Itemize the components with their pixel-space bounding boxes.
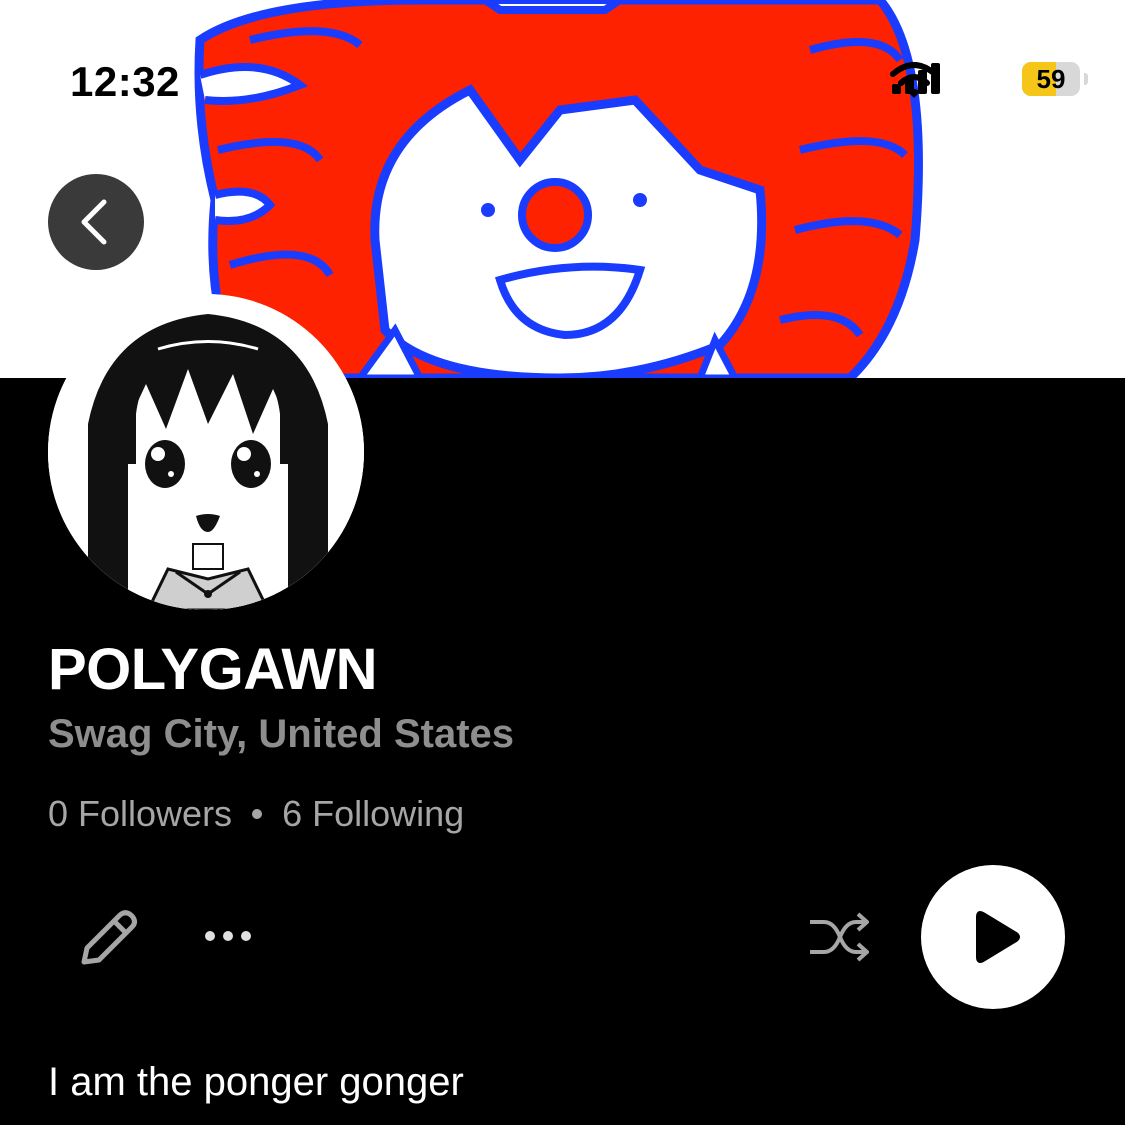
more-horizontal-icon <box>205 931 251 941</box>
status-time: 12:32 <box>70 58 180 105</box>
pencil-icon <box>81 910 137 965</box>
play-icon <box>976 911 1020 963</box>
profile-location: Swag City, United States <box>48 712 515 756</box>
battery-level: 59 <box>1036 64 1066 94</box>
chevron-left-icon <box>81 199 107 245</box>
follow-stats: 0 Followers 6 Following <box>48 793 464 835</box>
play-button[interactable] <box>921 865 1065 1009</box>
edit-profile-button[interactable] <box>74 904 144 974</box>
anime-girl-avatar <box>48 294 364 610</box>
more-options-button[interactable] <box>196 916 262 956</box>
back-button[interactable] <box>48 174 144 270</box>
shuffle-button[interactable] <box>806 906 872 968</box>
profile-bio: I am the ponger gonger <box>48 1060 464 1104</box>
profile-name: POLYGAWN <box>48 637 378 702</box>
battery-icon: 59 <box>1022 62 1088 96</box>
separator-dot <box>252 809 263 819</box>
wifi-icon <box>890 62 938 98</box>
followers-link[interactable]: 0 Followers <box>48 793 232 835</box>
shuffle-icon <box>810 912 869 962</box>
avatar[interactable] <box>48 294 364 610</box>
following-link[interactable]: 6 Following <box>282 793 464 835</box>
